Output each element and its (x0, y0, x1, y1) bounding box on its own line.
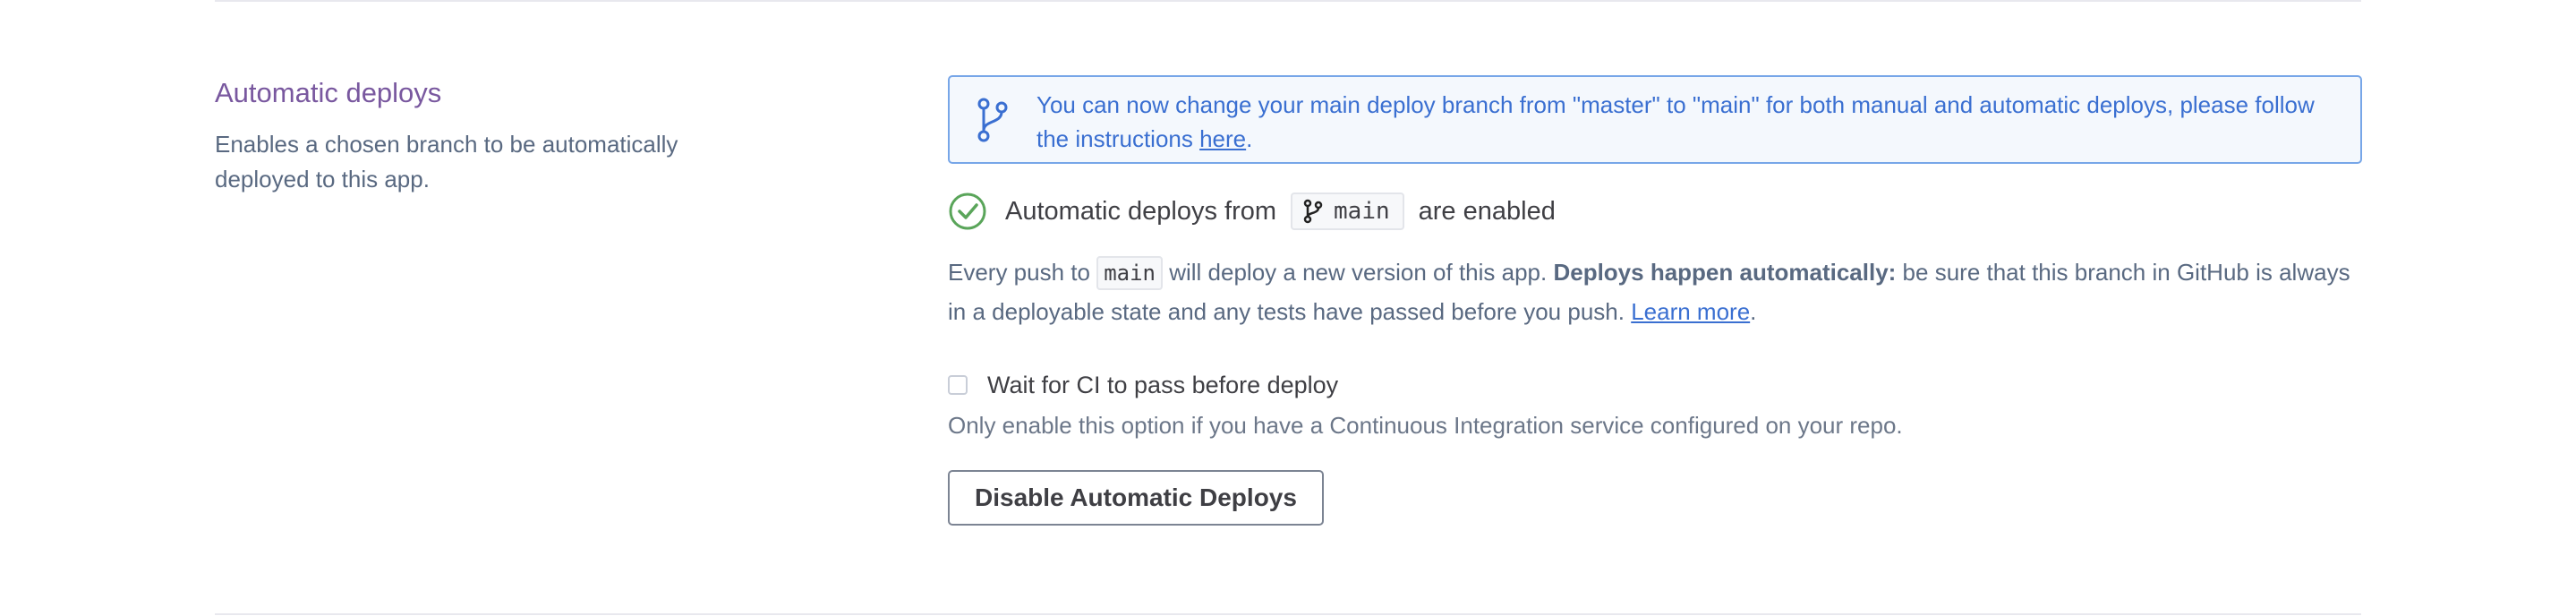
section-description: Enables a chosen branch to be automatica… (215, 131, 678, 192)
status-suffix: are enabled (1418, 196, 1556, 226)
top-divider (215, 0, 2361, 2)
section-title: Automatic deploys (215, 77, 442, 108)
auto-deploy-status: Automatic deploys from main are enabled (948, 192, 2362, 231)
git-branch-icon (1303, 199, 1323, 224)
inline-branch-code: main (1096, 256, 1163, 290)
explain-part1: Every push to (948, 259, 1097, 286)
section-header: Automatic deploys Enables a chosen branc… (215, 73, 770, 197)
disable-automatic-deploys-button[interactable]: Disable Automatic Deploys (948, 470, 1324, 526)
section-content: You can now change your main deploy bran… (948, 75, 2362, 526)
branch-name: main (1334, 198, 1390, 225)
wait-for-ci-hint: Only enable this option if you have a Co… (948, 412, 1903, 439)
status-prefix: Automatic deploys from (1005, 196, 1277, 226)
automatic-deploys-panel: Automatic deploys Enables a chosen branc… (0, 0, 2576, 616)
explain-part2: will deploy a new version of this app. (1163, 259, 1554, 286)
branch-badge: main (1291, 192, 1404, 230)
git-branch-icon (977, 98, 1008, 142)
explain-bold: Deploys happen automatically: (1553, 259, 1897, 286)
notice-suffix: . (1246, 125, 1253, 152)
bottom-divider (215, 613, 2361, 615)
learn-more-link[interactable]: Learn more (1631, 298, 1750, 325)
explain-suffix: . (1750, 298, 1757, 325)
auto-deploy-explanation: Every push to main will deploy a new ver… (948, 252, 2362, 331)
wait-for-ci-option: Wait for CI to pass before deploy (948, 371, 2362, 399)
branch-rename-notice: You can now change your main deploy bran… (948, 75, 2362, 164)
check-circle-icon (949, 192, 986, 230)
wait-for-ci-checkbox[interactable] (948, 375, 968, 395)
wait-for-ci-label[interactable]: Wait for CI to pass before deploy (987, 372, 1338, 399)
notice-text: You can now change your main deploy bran… (1036, 88, 2324, 156)
instructions-link[interactable]: here (1199, 125, 1246, 152)
